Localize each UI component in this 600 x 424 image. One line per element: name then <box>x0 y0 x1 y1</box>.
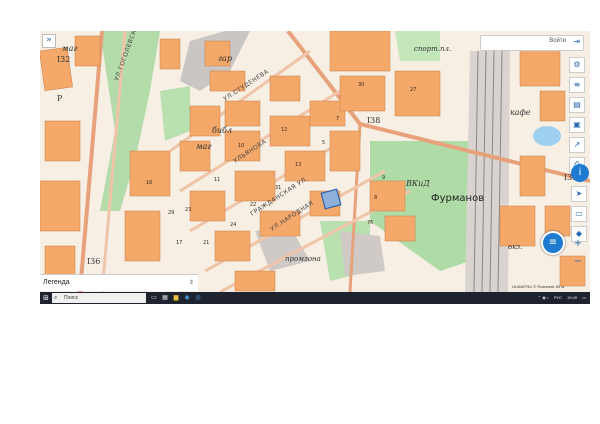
label-sport-pl: спорт.пл. <box>414 45 451 53</box>
image-icon[interactable]: ▣ <box>569 117 585 133</box>
house-number: 16 <box>146 180 152 186</box>
system-tray: ⌃ ◉ ♪ РУС 19:49 ▭ <box>534 292 586 304</box>
house-number: 22 <box>250 202 256 208</box>
house-number: 27 <box>410 87 416 93</box>
house-number: 13 <box>295 162 301 168</box>
bookmark-icon[interactable]: ▭ <box>571 206 587 222</box>
expand-panel-button[interactable]: » <box>42 34 56 48</box>
notification-icon[interactable]: ▭ <box>582 295 586 300</box>
widget-icon[interactable]: ▦ <box>161 294 169 302</box>
label-gar: гар <box>218 54 232 63</box>
label-p: Р <box>57 94 63 103</box>
label-num-136: I36 <box>87 257 100 266</box>
search-bar[interactable]: Войти ⇥ <box>480 35 584 51</box>
house-number: 5 <box>322 140 325 146</box>
my-location-button[interactable]: ≡ <box>541 231 565 255</box>
print-icon[interactable]: ▤ <box>569 97 585 113</box>
folder-icon[interactable]: ▆ <box>172 294 180 302</box>
house-number: 11 <box>214 177 220 183</box>
scale-bar: ULMAP.RU © Rosreestr 50 м <box>512 284 564 289</box>
zoom-out-button[interactable]: − <box>571 256 585 268</box>
pond <box>533 126 561 146</box>
zoom-controls: + − <box>571 238 585 274</box>
taskbar-search-box[interactable]: ⌕ Поиск <box>52 293 146 303</box>
language-indicator[interactable]: РУС <box>554 295 562 300</box>
house-number: 76 <box>367 220 373 226</box>
house-number: 9 <box>382 175 385 181</box>
windows-taskbar: ⊞ ⌕ Поиск ▭ ▦ ▆ ◉ ◎ ⌃ ◉ ♪ РУС 19:49 ▭ <box>40 292 590 304</box>
navigate-icon[interactable]: ➤ <box>571 186 587 202</box>
label-bibl: библ <box>212 126 232 135</box>
screenshot-frame: маг I32 гар спорт.пл. УЛ.СТУДЕНЕВА I38 к… <box>40 31 590 304</box>
map-toolbar: ⚙ ≡ ▤ ▣ ↗ ⎙ <box>569 57 585 177</box>
login-label[interactable]: Войти <box>549 38 566 44</box>
taskbar-search-placeholder: Поиск <box>64 295 78 301</box>
scale-label: 50 м <box>555 284 565 289</box>
house-number: 24 <box>230 222 236 228</box>
app-icon[interactable]: ◎ <box>194 294 202 302</box>
label-promzona: промзона <box>285 255 321 263</box>
label-vkz: вкз. <box>508 243 522 251</box>
label-kafe: кафе <box>510 108 531 117</box>
label-num-138: I38 <box>367 116 380 125</box>
layers-icon[interactable]: ≡ <box>569 77 585 93</box>
windows-start-icon[interactable]: ⊞ <box>43 294 49 302</box>
legend-select[interactable]: Легенда ⇕ <box>40 274 198 291</box>
label-num-132: I32 <box>57 55 70 64</box>
search-icon: ⌕ <box>54 294 58 301</box>
share-icon[interactable]: ↗ <box>569 137 585 153</box>
attribution-text: ULMAP.RU © Rosreestr <box>512 284 555 289</box>
house-number: 29 <box>168 210 174 216</box>
label-vkid: ВКиД <box>405 179 430 188</box>
house-number: 12 <box>281 127 287 133</box>
house-number: 8 <box>374 195 377 201</box>
selected-parcel <box>320 188 342 210</box>
zoom-in-button[interactable]: + <box>571 238 585 250</box>
browser-icon[interactable]: ◉ <box>183 294 191 302</box>
clock[interactable]: 19:49 <box>567 295 577 300</box>
house-number: 21 <box>203 240 209 246</box>
task-view-icon[interactable]: ▭ <box>150 294 158 302</box>
label-mag-top: маг <box>62 44 77 53</box>
railway-band <box>465 51 510 292</box>
house-number: 30 <box>358 82 364 88</box>
login-icon[interactable]: ⇥ <box>573 37 580 47</box>
house-number: 10 <box>238 143 244 149</box>
tray-icons[interactable]: ⌃ ◉ ♪ <box>538 295 549 300</box>
label-mag-mid: маг <box>196 142 211 151</box>
chevron-updown-icon: ⇕ <box>188 280 194 286</box>
info-button[interactable]: i <box>571 164 589 182</box>
house-number: 23 <box>185 207 191 213</box>
settings-icon[interactable]: ⚙ <box>569 57 585 73</box>
house-number: 31 <box>275 185 281 191</box>
legend-label: Легенда <box>43 279 70 286</box>
map-canvas[interactable]: маг I32 гар спорт.пл. УЛ.СТУДЕНЕВА I38 к… <box>40 31 590 292</box>
map-toolbar-lower: ➤ ▭ ◆ <box>571 186 587 246</box>
house-number: 17 <box>176 240 182 246</box>
label-furmanov: Фурманов <box>431 193 484 204</box>
house-number: 7 <box>336 116 339 122</box>
